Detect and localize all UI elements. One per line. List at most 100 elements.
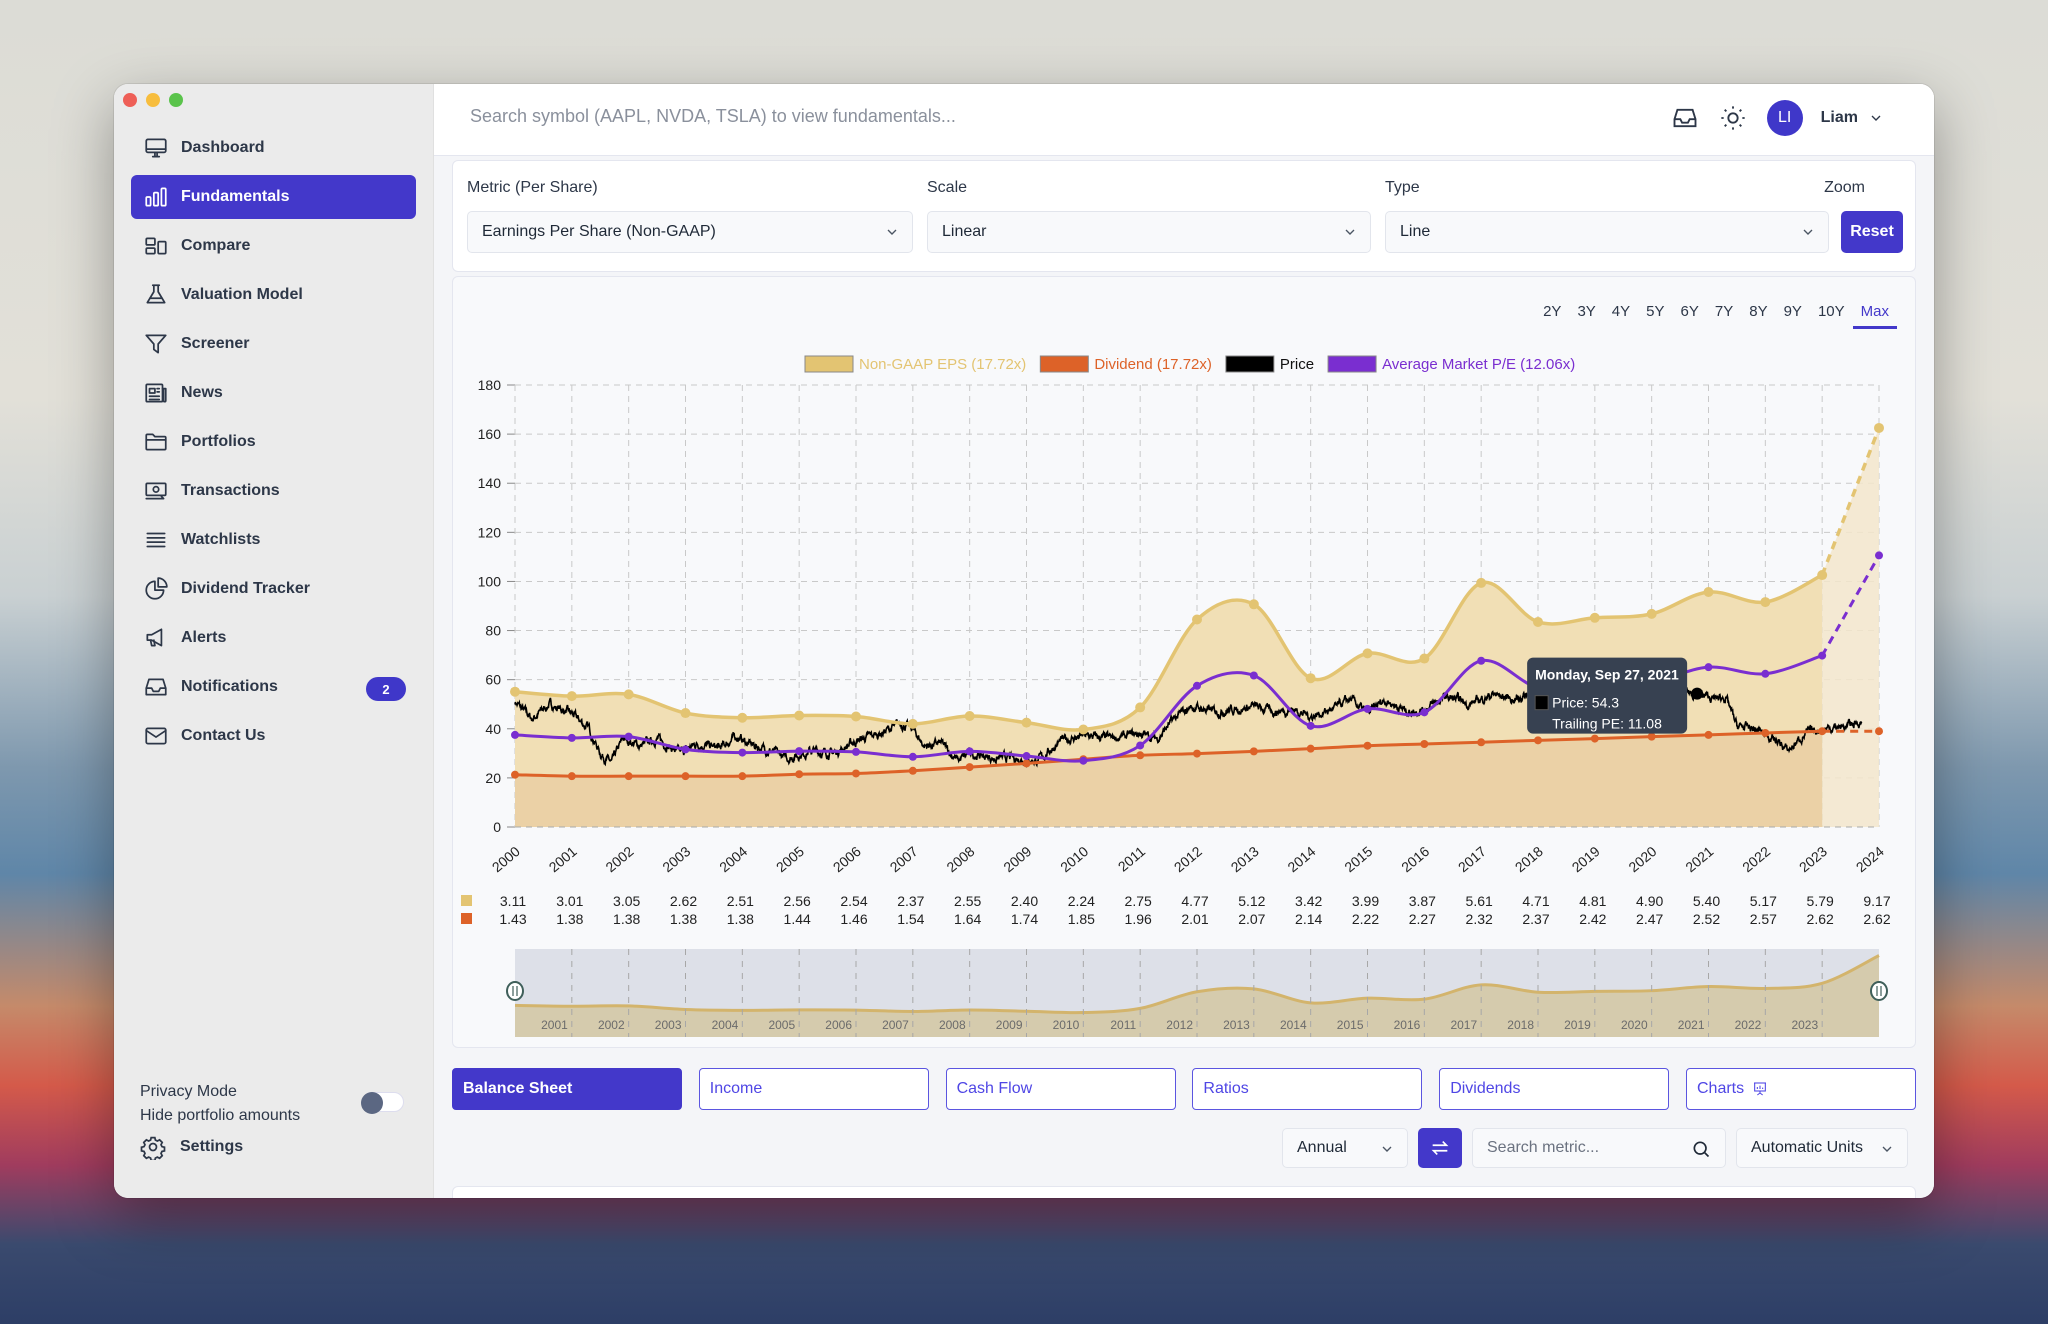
scale-select[interactable]: Linear — [927, 211, 1371, 253]
x-tick-label: 2009 — [1000, 843, 1034, 875]
pe-point — [1022, 752, 1031, 761]
pe-point — [567, 733, 576, 742]
units-select[interactable]: Automatic Units — [1736, 1128, 1908, 1168]
table-controls: Annual Automatic Units — [1282, 1128, 1908, 1168]
symbol-search-input[interactable] — [470, 106, 1170, 127]
y-tick-label: 120 — [478, 524, 502, 540]
eps-table-value: 5.40 — [1693, 893, 1720, 909]
tab-charts[interactable]: Charts — [1685, 1068, 1916, 1110]
sidebar-item-label: Alerts — [181, 629, 227, 646]
statement-tabs: Balance Sheet Income Cash Flow Ratios Divide… — [452, 1068, 1916, 1110]
sidebar-item-portfolios[interactable]: Portfolios — [131, 420, 416, 464]
metric-value: Earnings Per Share (Non-GAAP) — [482, 223, 716, 240]
sidebar-item-dashboard[interactable]: Dashboard — [131, 126, 416, 170]
x-tick-label: 2003 — [659, 843, 693, 875]
x-tick-label: 2019 — [1569, 843, 1603, 875]
scale-label: Scale — [927, 179, 968, 196]
sidebar-item-news[interactable]: News — [131, 371, 416, 415]
sidebar-item-valuation-model[interactable]: Valuation Model — [131, 273, 416, 317]
sidebar-item-label: Dashboard — [181, 139, 265, 156]
toggle-knob — [361, 1092, 383, 1114]
chevron-down-icon[interactable] — [1868, 110, 1884, 126]
dividend-point — [567, 772, 576, 781]
user-name[interactable]: Liam — [1821, 109, 1858, 127]
pe-point — [852, 747, 860, 756]
tab-ratios[interactable]: Ratios — [1192, 1068, 1423, 1110]
pe-point — [1420, 708, 1429, 717]
y-tick-label: 180 — [478, 377, 502, 393]
eps-table-value: 5.17 — [1750, 893, 1777, 909]
sidebar-item-notifications[interactable]: Notifications 2 — [131, 665, 416, 709]
privacy-mode-toggle[interactable] — [361, 1092, 404, 1114]
navigator-x-label: 2015 — [1337, 1018, 1364, 1032]
y-tick-label: 160 — [478, 426, 502, 442]
sidebar-item-dividend-tracker[interactable]: Dividend Tracker — [131, 567, 416, 611]
eps-point — [1589, 612, 1600, 623]
legend-label[interactable]: Price — [1280, 356, 1314, 373]
sidebar-item-settings[interactable]: Settings — [140, 1134, 243, 1160]
close-window-button[interactable] — [123, 93, 137, 107]
minimize-window-button[interactable] — [146, 93, 160, 107]
sidebar-item-fundamentals[interactable]: Fundamentals — [131, 175, 416, 219]
navigator-x-label: 2013 — [1223, 1018, 1250, 1032]
inbox-icon[interactable] — [1671, 104, 1699, 132]
handle-body — [1870, 981, 1888, 1001]
tab-income[interactable]: Income — [698, 1068, 929, 1110]
metric-search-input[interactable] — [1473, 1129, 1673, 1167]
chevron-down-icon — [887, 229, 897, 235]
y-tick-label: 60 — [485, 672, 501, 688]
sidebar-item-contact-us[interactable]: Contact Us — [131, 714, 416, 758]
sidebar-nav: Dashboard Fundamentals Compare Valuation Mo… — [131, 126, 416, 763]
tab-label: Income — [709, 1080, 763, 1097]
dividend-table-value: 1.54 — [897, 911, 924, 927]
metric-search — [1472, 1128, 1726, 1168]
tab-cash-flow[interactable]: Cash Flow — [945, 1068, 1176, 1110]
legend-label[interactable]: Non-GAAP EPS (17.72x) — [859, 356, 1026, 373]
pe-point — [965, 747, 974, 756]
eps-table-value: 4.77 — [1181, 893, 1208, 909]
list-icon — [146, 532, 166, 548]
search-icon[interactable] — [1691, 1139, 1711, 1159]
handle-body — [506, 981, 524, 1001]
sidebar-item-watchlists[interactable]: Watchlists — [131, 518, 416, 562]
avatar[interactable]: LI — [1766, 100, 1803, 136]
x-tick-label: 2022 — [1739, 843, 1773, 875]
eps-table-value: 5.61 — [1466, 893, 1493, 909]
pe-point — [1704, 663, 1713, 672]
x-tick-label: 2004 — [716, 843, 750, 875]
zoom-reset-button[interactable]: Reset — [1841, 211, 1903, 253]
legend-label[interactable]: Dividend (17.72x) — [1094, 356, 1212, 373]
swap-button[interactable] — [1418, 1128, 1462, 1168]
pe-point — [1761, 669, 1770, 678]
tab-balance-sheet[interactable]: Balance Sheet — [452, 1068, 682, 1110]
navigator-left-handle[interactable] — [506, 981, 524, 1001]
eps-chart[interactable]: Non-GAAP EPS (17.72x) Dividend (17.72x) Pr… — [453, 277, 1903, 1049]
navigator-right-handle[interactable] — [1870, 981, 1888, 1001]
navigator-x-label: 2020 — [1621, 1018, 1648, 1032]
sun-icon[interactable] — [1719, 104, 1747, 132]
legend-label[interactable]: Average Market P/E (12.06x) — [1382, 356, 1575, 373]
eps-table-value: 3.42 — [1295, 893, 1322, 909]
dividend-point — [1647, 732, 1656, 741]
chevron-down-icon — [1803, 229, 1813, 235]
chart-controls: Metric (Per Share) Scale Type Zoom Earni… — [452, 160, 1916, 272]
navigator-x-label: 2021 — [1678, 1018, 1705, 1032]
sidebar-item-alerts[interactable]: Alerts — [131, 616, 416, 660]
sidebar-item-transactions[interactable]: Transactions — [131, 469, 416, 513]
navigator-x-label: 2010 — [1053, 1018, 1080, 1032]
x-tick-label: 2020 — [1625, 843, 1659, 875]
maximize-window-button[interactable] — [169, 93, 183, 107]
dividend-table-value: 2.42 — [1579, 911, 1606, 927]
type-select[interactable]: Line — [1385, 211, 1829, 253]
eps-table-value: 2.75 — [1125, 893, 1152, 909]
tab-dividends[interactable]: Dividends — [1439, 1068, 1670, 1110]
metric-select[interactable]: Earnings Per Share (Non-GAAP) — [467, 211, 913, 253]
period-select[interactable]: Annual — [1282, 1128, 1408, 1168]
x-tick-label: 2012 — [1171, 843, 1205, 875]
eps-table-value: 5.79 — [1807, 893, 1834, 909]
main-content: LI Liam Metric (Per Share) Scale Type Zo… — [434, 84, 1934, 1198]
dividend-point — [1875, 727, 1883, 736]
sidebar-item-screener[interactable]: Screener — [131, 322, 416, 366]
tab-label: Charts — [1696, 1080, 1745, 1097]
sidebar-item-compare[interactable]: Compare — [131, 224, 416, 268]
